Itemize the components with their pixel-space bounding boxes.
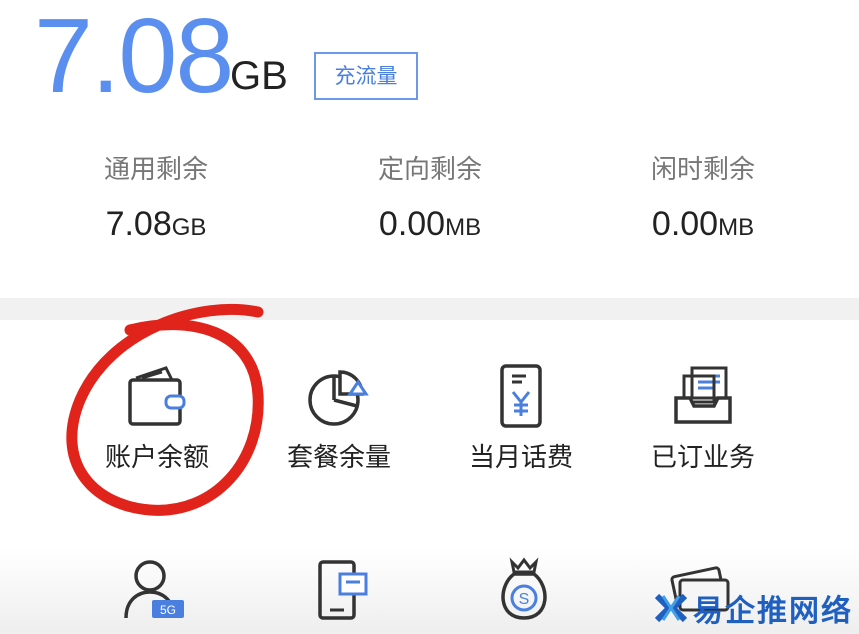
- stat-label: 通用剩余: [103, 155, 208, 185]
- phone-bill-icon: [500, 364, 542, 428]
- stat-directed-remaining: 定向剩余 0.00MB: [330, 150, 530, 250]
- stat-idle-remaining: 闲时剩余 0.00MB: [603, 150, 803, 250]
- phone-card-icon[interactable]: [308, 556, 378, 622]
- service-account-balance[interactable]: 账户余额: [72, 364, 242, 476]
- recharge-traffic-button[interactable]: 充流量: [314, 52, 418, 100]
- traffic-summary: 7.08 GB 充流量 通用剩余 7.08GB 定向剩余 0.00MB 闲时剩余…: [0, 0, 859, 298]
- user-5g-icon[interactable]: 5G: [120, 556, 190, 622]
- traffic-balance-unit: GB: [230, 54, 288, 98]
- stat-value: 7.08GB: [105, 205, 207, 243]
- 5g-badge: 5G: [160, 603, 176, 617]
- watermark: 易企推网络: [653, 588, 853, 629]
- service-label: 已订业务: [650, 443, 755, 473]
- pie-chart-icon: [308, 370, 369, 426]
- stat-label: 闲时剩余: [650, 155, 755, 185]
- inbox-tray-icon: [674, 366, 732, 424]
- stat-value: 0.00MB: [378, 205, 482, 243]
- service-subscribed[interactable]: 已订业务: [618, 364, 788, 476]
- watermark-logo-icon: [654, 593, 688, 623]
- service-label: 套餐余量: [286, 443, 391, 473]
- watermark-text: 易企推网络: [693, 594, 853, 629]
- service-label: 账户余额: [104, 443, 209, 473]
- section-divider: [0, 298, 859, 320]
- service-plan-remaining[interactable]: 套餐余量: [254, 364, 424, 476]
- traffic-balance-value: 7.08: [34, 0, 234, 115]
- stat-general-remaining: 通用剩余 7.08GB: [56, 150, 256, 250]
- stat-value: 0.00MB: [651, 205, 755, 243]
- money-bag-icon[interactable]: S: [490, 556, 560, 622]
- wallet-icon: [128, 366, 186, 426]
- service-monthly-bill[interactable]: 当月话费: [436, 364, 606, 476]
- stat-label: 定向剩余: [377, 155, 482, 185]
- svg-text:S: S: [519, 591, 530, 608]
- service-label: 当月话费: [468, 443, 573, 473]
